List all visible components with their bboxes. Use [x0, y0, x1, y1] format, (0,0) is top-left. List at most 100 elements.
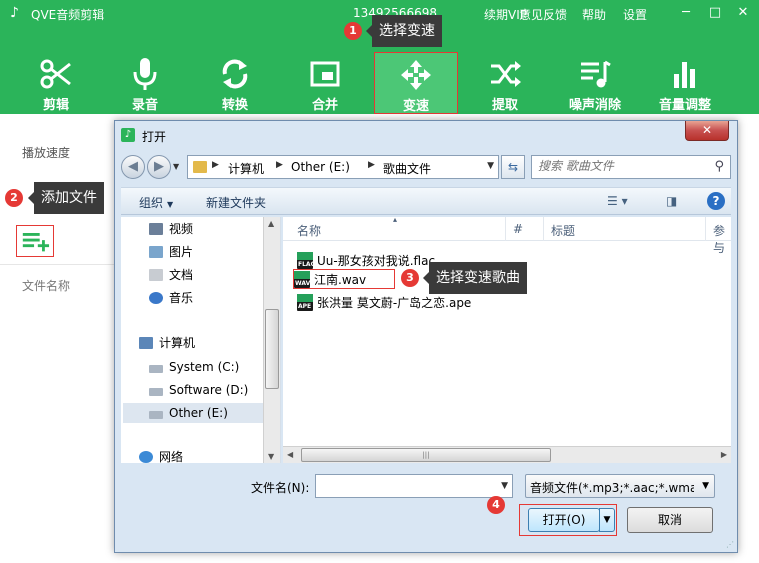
scroll-thumb[interactable]: |||	[301, 448, 551, 462]
nav-scrollbar[interactable]: ▲ ▼	[263, 217, 280, 463]
recent-locations-dropdown[interactable]: ▼	[173, 162, 179, 171]
navigation-pane: 视频 图片 文档 音乐 计算机 System (C:) Software (D:…	[121, 217, 281, 463]
playback-speed-label: 播放速度	[22, 146, 71, 160]
nav-item-label: System (C:)	[169, 360, 240, 374]
nav-item-drive-e[interactable]: Other (E:)	[123, 403, 263, 423]
scroll-left-icon[interactable]: ◀	[287, 450, 293, 459]
nav-item-label: Software (D:)	[169, 383, 249, 397]
file-name: 张洪量 莫文蔚-广岛之恋.ape	[317, 296, 472, 310]
nav-item-label: 文档	[169, 268, 194, 282]
tool-cut-label: 剪辑	[42, 98, 69, 113]
tool-convert-button[interactable]: 转换	[193, 52, 277, 114]
nav-item-pictures[interactable]: 图片	[149, 242, 193, 262]
new-folder-button[interactable]: 新建文件夹	[206, 194, 266, 211]
forward-arrow-icon[interactable]: ▶	[147, 155, 171, 179]
open-split-arrow-icon[interactable]: ▼	[599, 508, 615, 532]
minimize-button[interactable]: ─	[676, 4, 696, 22]
tool-cut-button[interactable]: 剪辑	[14, 52, 98, 114]
file-name-dropdown-icon[interactable]: ▼	[501, 481, 508, 491]
tool-speed-label: 变速	[402, 99, 429, 114]
tool-extract-button[interactable]: 提取	[463, 52, 547, 114]
file-name-combo[interactable]: ▼	[315, 474, 513, 498]
view-options-icon[interactable]: ☰ ▾	[607, 194, 628, 208]
navigation-row: ◀ ▶ ▼ ▶ 计算机 ▶ Other (E:) ▶ 歌曲文件 ▼ ⇆ ⚲	[121, 155, 731, 179]
search-input[interactable]	[538, 159, 698, 173]
column-divider	[705, 217, 706, 241]
tool-merge-button[interactable]: 合并	[283, 52, 367, 114]
address-dropdown-icon[interactable]: ▼	[487, 161, 494, 171]
nav-item-drive-d[interactable]: Software (D:)	[149, 380, 248, 400]
cancel-button[interactable]: 取消	[627, 507, 713, 533]
help-link[interactable]: 帮助	[582, 6, 606, 23]
back-arrow-icon[interactable]: ◀	[121, 155, 145, 179]
denoise-icon	[581, 60, 611, 88]
breadcrumb-computer[interactable]: 计算机	[228, 160, 264, 177]
column-number[interactable]: #	[513, 222, 523, 236]
file-name-input[interactable]	[320, 478, 490, 492]
file-row-selected[interactable]: WAV 江南.wav	[293, 269, 396, 289]
nav-item-videos[interactable]: 视频	[149, 219, 193, 239]
nav-item-network[interactable]: 网络	[139, 447, 183, 463]
address-bar[interactable]: ▶ 计算机 ▶ Other (E:) ▶ 歌曲文件 ▼	[187, 155, 499, 179]
open-button-group: 打开(O) ▼	[519, 504, 617, 536]
maximize-button[interactable]: □	[705, 4, 725, 22]
tool-denoise-button[interactable]: 噪声消除	[553, 52, 637, 114]
tool-volume-button[interactable]: 音量调整	[643, 52, 727, 114]
file-name: 江南.wav	[314, 273, 367, 287]
tool-convert-label: 转换	[221, 98, 248, 113]
scroll-right-icon[interactable]: ▶	[721, 450, 727, 459]
dropdown-caret-icon: ▼	[167, 200, 174, 209]
tool-extract-label: 提取	[491, 98, 518, 113]
pictures-library-icon	[149, 246, 163, 258]
column-artist[interactable]: 参与	[713, 222, 731, 256]
column-title[interactable]: 标题	[551, 222, 575, 239]
nav-item-label: 网络	[159, 450, 184, 463]
music-note-logo-icon: ♪	[10, 5, 19, 21]
feedback-link[interactable]: 意见反馈	[519, 6, 567, 23]
flac-file-icon: FLAC	[297, 252, 315, 269]
scroll-down-icon[interactable]: ▼	[268, 452, 274, 461]
resize-grip-icon[interactable]: ⋰	[726, 540, 734, 549]
step-3-tooltip: 选择变速歌曲	[423, 262, 527, 294]
breadcrumb-folder[interactable]: 歌曲文件	[383, 160, 431, 177]
nav-item-drive-c[interactable]: System (C:)	[149, 357, 239, 377]
preview-pane-icon[interactable]: ◨	[666, 194, 677, 208]
app-small-icon: ♪	[121, 128, 135, 142]
nav-item-documents[interactable]: 文档	[149, 265, 193, 285]
convert-icon	[222, 59, 248, 89]
help-icon[interactable]: ?	[707, 192, 725, 210]
add-list-icon	[22, 233, 50, 252]
scroll-up-icon[interactable]: ▲	[268, 219, 274, 228]
sort-arrow-icon: ▴	[393, 217, 398, 224]
tool-record-label: 录音	[131, 98, 158, 113]
tool-volume-label: 音量调整	[658, 98, 711, 113]
file-row[interactable]: FLAC Uu-那女孩对我说.flac	[297, 251, 435, 271]
file-type-filter[interactable]: 音频文件(*.mp3;*.aac;*.wma;* ▼	[525, 474, 715, 498]
close-app-button[interactable]: ✕	[733, 4, 753, 22]
column-name[interactable]: 名称	[297, 222, 321, 239]
step-3-badge: 3	[401, 269, 419, 287]
tool-speed-button[interactable]: 变速	[374, 52, 458, 114]
horizontal-scrollbar[interactable]: ◀ ||| ▶	[283, 446, 731, 463]
search-box[interactable]: ⚲	[531, 155, 731, 179]
drive-icon	[149, 365, 163, 373]
organize-menu[interactable]: 组织 ▼	[139, 194, 173, 211]
file-row[interactable]: APE 张洪量 莫文蔚-广岛之恋.ape	[297, 293, 471, 313]
search-icon[interactable]: ⚲	[714, 159, 724, 174]
scroll-thumb[interactable]	[265, 309, 279, 389]
nav-item-label: 计算机	[159, 336, 196, 350]
open-button[interactable]: 打开(O)	[528, 508, 600, 532]
tool-record-button[interactable]: 录音	[103, 52, 187, 114]
nav-item-computer[interactable]: 计算机	[139, 333, 195, 353]
settings-link[interactable]: 设置	[623, 6, 647, 23]
dialog-close-button[interactable]: ✕	[685, 121, 729, 141]
filter-dropdown-icon: ▼	[702, 481, 709, 491]
drive-icon	[149, 411, 163, 419]
computer-icon	[139, 337, 153, 349]
refresh-icon[interactable]: ⇆	[501, 155, 525, 179]
step-4-badge: 4	[487, 496, 505, 514]
nav-item-music[interactable]: 音乐	[149, 288, 193, 308]
breadcrumb-drive[interactable]: Other (E:)	[291, 160, 350, 174]
network-icon	[139, 451, 153, 463]
add-file-button[interactable]	[16, 225, 54, 257]
